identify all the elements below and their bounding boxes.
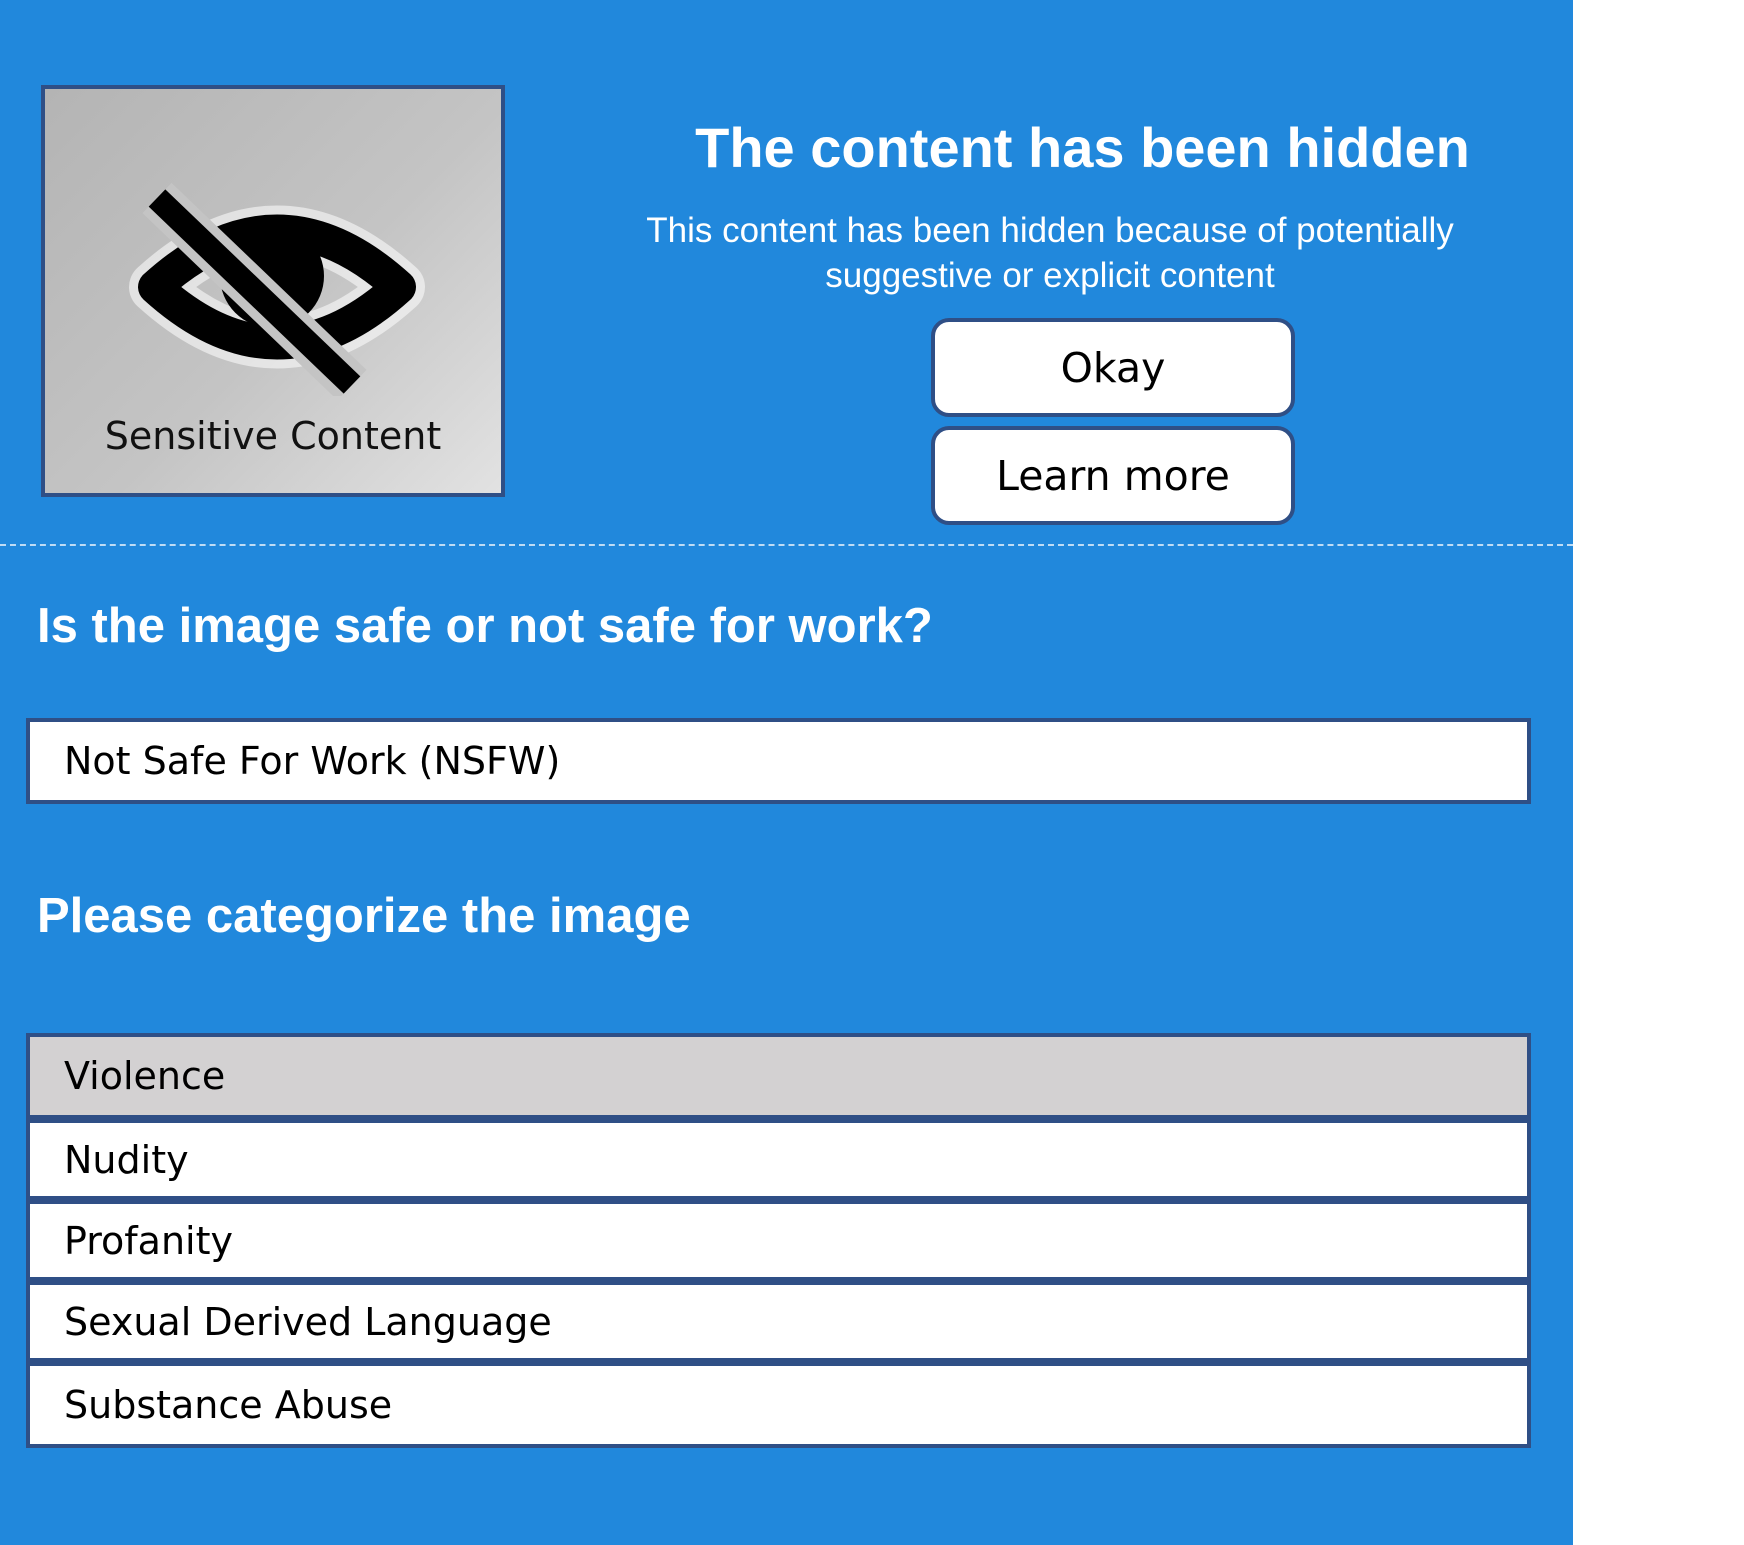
notice-message: This content has been hidden because of … <box>646 211 1454 295</box>
okay-button[interactable]: Okay <box>931 318 1295 417</box>
notice-headline: The content has been hidden <box>695 116 1470 179</box>
eye-slash-icon <box>129 182 425 396</box>
category-option-violence[interactable]: Violence <box>26 1033 1531 1119</box>
category-option-nudity[interactable]: Nudity <box>26 1119 1531 1200</box>
category-option-substance-abuse[interactable]: Substance Abuse <box>26 1362 1531 1448</box>
section-divider <box>0 544 1573 546</box>
categorize-question: Please categorize the image <box>37 889 691 943</box>
thumbnail-label: Sensitive Content <box>104 414 442 458</box>
sensitive-content-thumbnail[interactable]: Sensitive Content <box>41 85 505 497</box>
safety-question: Is the image safe or not safe for work? <box>37 599 933 653</box>
content-warning-panel: Sensitive Content The content has been h… <box>0 0 1573 1545</box>
category-option-sexual-derived-language[interactable]: Sexual Derived Language <box>26 1281 1531 1362</box>
safety-select[interactable]: Not Safe For Work (NSFW) <box>26 718 1531 804</box>
category-option-profanity[interactable]: Profanity <box>26 1200 1531 1281</box>
learn-more-button[interactable]: Learn more <box>931 426 1295 525</box>
